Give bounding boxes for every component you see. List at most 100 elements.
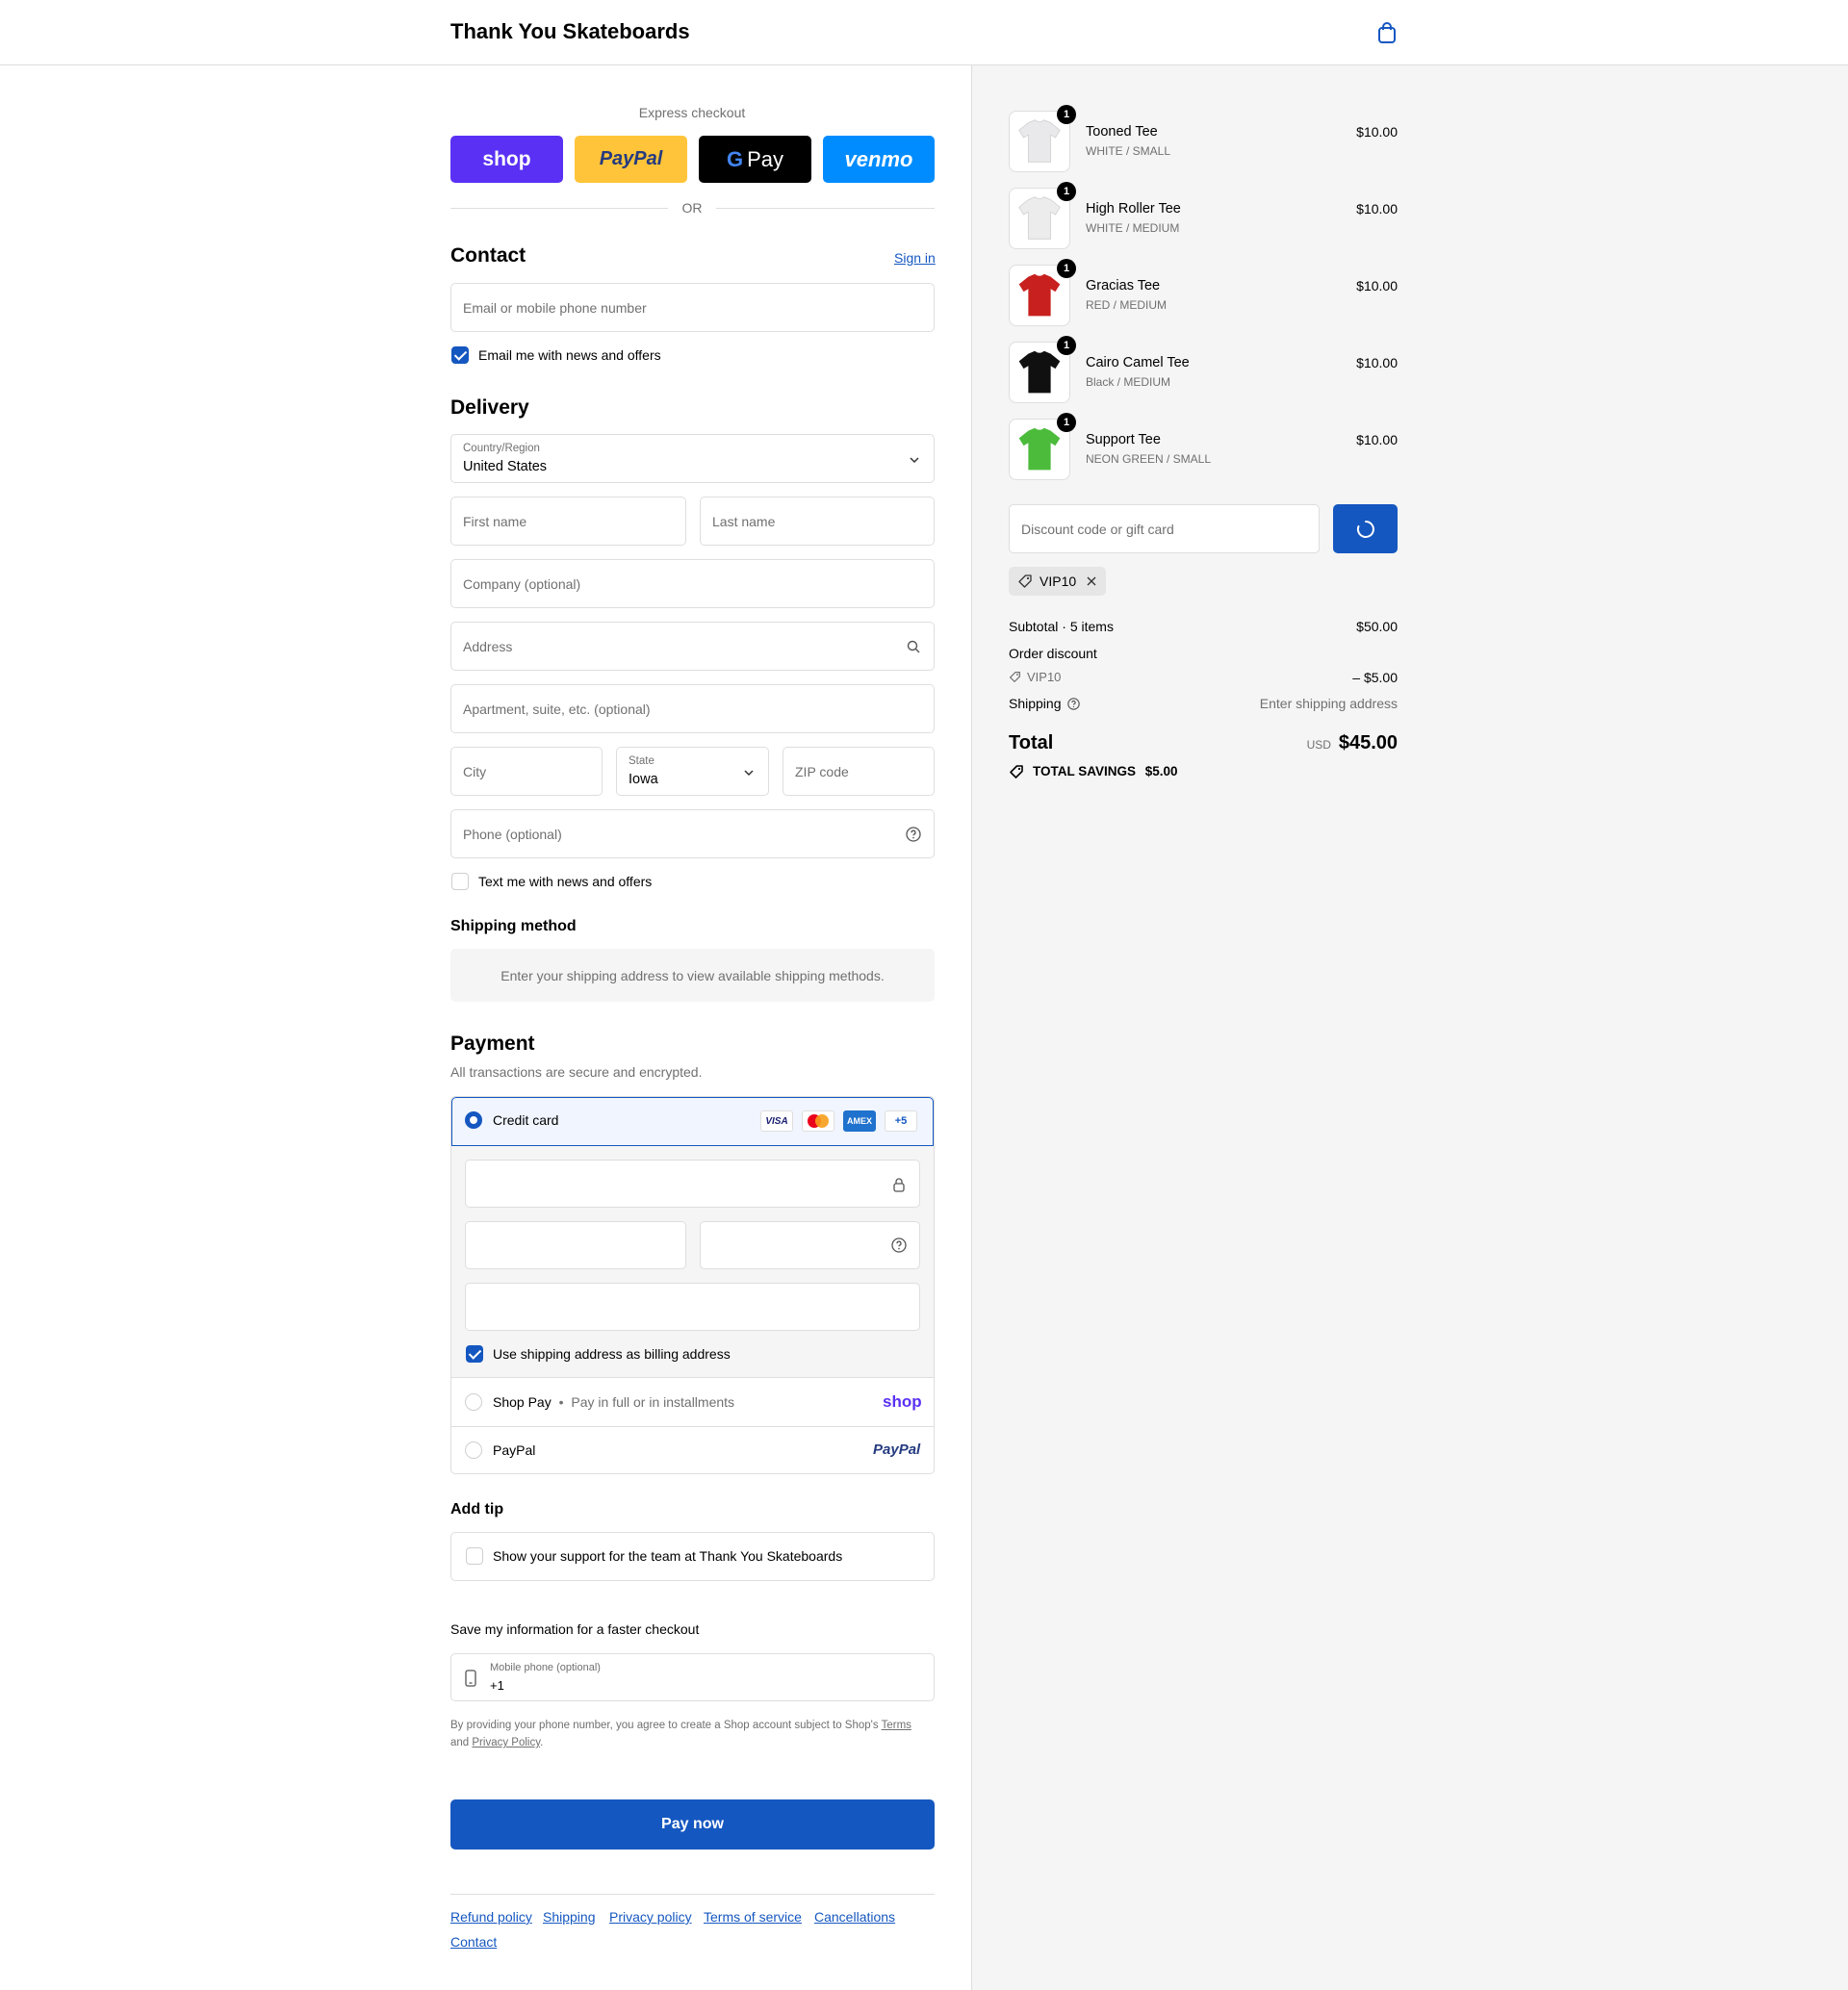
refund-policy-link[interactable]: Refund policy — [450, 1909, 532, 1925]
cancellations-link[interactable]: Cancellations — [814, 1909, 895, 1925]
shop-pay-label: shop — [482, 147, 531, 170]
privacy-policy-link[interactable]: Privacy Policy — [472, 1737, 540, 1748]
tshirt-shape — [1018, 196, 1061, 240]
email-field[interactable]: Email or mobile phone number — [450, 283, 935, 332]
quantity-badge: 1 — [1057, 336, 1076, 355]
order-discount-value: – $5.00 — [1352, 670, 1398, 685]
zip-placeholder: ZIP code — [795, 763, 849, 779]
shop-pay-radio[interactable] — [465, 1393, 482, 1411]
search-icon — [907, 640, 920, 653]
last-name-field[interactable]: Last name — [700, 497, 935, 546]
billing-address-checkbox[interactable] — [466, 1345, 483, 1363]
email-news-label: Email me with news and offers — [478, 347, 661, 363]
applied-discount-code: VIP10 — [1040, 574, 1077, 589]
company-placeholder: Company (optional) — [463, 575, 581, 592]
google-pay-button[interactable]: G Pay — [699, 136, 811, 183]
shop-pay-description: Pay in full or in installments — [571, 1394, 735, 1410]
chevron-down-icon — [910, 457, 919, 464]
apartment-placeholder: Apartment, suite, etc. (optional) — [463, 701, 651, 717]
state-select[interactable]: State Iowa — [616, 747, 769, 796]
tip-label: Show your support for the team at Thank … — [493, 1548, 843, 1564]
company-field[interactable]: Company (optional) — [450, 559, 935, 608]
paypal-option-label[interactable]: PayPal — [493, 1442, 535, 1458]
terms-link[interactable]: Terms — [882, 1720, 911, 1731]
item-variant: WHITE / SMALL — [1086, 144, 1171, 158]
tshirt-shape — [1018, 350, 1061, 394]
shopping-bag-icon[interactable] — [1376, 21, 1398, 44]
phone-field[interactable]: Phone (optional) — [450, 809, 935, 858]
item-variant: WHITE / MEDIUM — [1086, 221, 1180, 235]
card-security-code-field[interactable] — [700, 1221, 920, 1269]
shop-pay-option[interactable]: Shop Pay • Pay in full or in installment… — [493, 1394, 734, 1410]
country-select[interactable]: Country/Region United States — [450, 434, 935, 483]
address-field[interactable]: Address — [450, 622, 935, 671]
quantity-badge: 1 — [1057, 105, 1076, 124]
remove-discount-icon[interactable] — [1086, 575, 1097, 587]
zip-field[interactable]: ZIP code — [783, 747, 935, 796]
billing-address-label: Use shipping address as billing address — [493, 1346, 731, 1362]
tip-checkbox[interactable] — [466, 1547, 483, 1565]
item-name: Cairo Camel Tee — [1086, 355, 1190, 370]
credit-card-label: Credit card — [493, 1112, 559, 1128]
lock-icon — [893, 1178, 905, 1192]
tshirt-shape — [1018, 427, 1061, 471]
contact-link[interactable]: Contact — [450, 1934, 497, 1950]
shop-pay-button[interactable]: shop — [450, 136, 563, 183]
payment-subtitle: All transactions are secure and encrypte… — [450, 1064, 703, 1080]
delivery-heading: Delivery — [450, 396, 529, 419]
apply-discount-button[interactable] — [1333, 504, 1398, 553]
sign-in-link[interactable]: Sign in — [894, 250, 936, 266]
footer-divider — [450, 1894, 935, 1895]
venmo-button[interactable]: venmo — [823, 136, 935, 183]
country-label: Country/Region — [463, 443, 540, 454]
card-number-field[interactable] — [465, 1160, 920, 1208]
card-name-field[interactable] — [465, 1283, 920, 1331]
city-placeholder: City — [463, 763, 487, 779]
or-divider-right — [716, 208, 935, 209]
tshirt-shape — [1018, 119, 1061, 163]
loading-spinner-icon — [1356, 520, 1374, 538]
header: Thank You Skateboards — [0, 0, 1848, 65]
shipping-method-heading: Shipping method — [450, 918, 577, 934]
pay-now-button[interactable]: Pay now — [450, 1799, 935, 1850]
text-news-label: Text me with news and offers — [478, 874, 653, 889]
total-amount: USD $45.00 — [1307, 732, 1398, 754]
total-savings: TOTAL SAVINGS $5.00 — [1033, 764, 1178, 778]
email-news-checkbox[interactable] — [451, 346, 469, 364]
paypal-button[interactable]: PayPal — [575, 136, 687, 183]
state-label: State — [629, 755, 654, 767]
store-brand[interactable]: Thank You Skateboards — [450, 19, 690, 44]
shipping-policy-link[interactable]: Shipping — [543, 1909, 596, 1925]
help-circle-icon[interactable] — [891, 1237, 907, 1253]
state-value: Iowa — [629, 772, 658, 787]
item-name: High Roller Tee — [1086, 201, 1181, 217]
help-circle-icon[interactable] — [906, 827, 921, 842]
mobile-phone-label: Mobile phone (optional) — [490, 1662, 601, 1673]
first-name-field[interactable]: First name — [450, 497, 686, 546]
mobile-phone-field[interactable]: Mobile phone (optional) +1 — [450, 1653, 935, 1701]
privacy-policy-footer-link[interactable]: Privacy policy — [609, 1909, 692, 1925]
discount-code-field[interactable]: Discount code or gift card — [1009, 504, 1320, 553]
dot-separator: • — [558, 1394, 564, 1410]
paypal-radio[interactable] — [465, 1441, 482, 1459]
google-pay-label: Pay — [747, 146, 784, 171]
terms-of-service-link[interactable]: Terms of service — [704, 1909, 802, 1925]
shop-pay-logo: shop — [883, 1392, 922, 1411]
item-variant: Black / MEDIUM — [1086, 375, 1171, 389]
quantity-badge: 1 — [1057, 182, 1076, 201]
total-savings-value: $5.00 — [1144, 764, 1178, 778]
shipping-summary-text: Shipping — [1009, 696, 1062, 711]
or-divider-text: OR — [681, 200, 703, 216]
help-circle-icon[interactable] — [1067, 698, 1081, 710]
apartment-field[interactable]: Apartment, suite, etc. (optional) — [450, 684, 935, 733]
total-value: $45.00 — [1338, 732, 1398, 753]
card-expiry-field[interactable] — [465, 1221, 686, 1269]
item-name: Gracias Tee — [1086, 278, 1161, 293]
city-field[interactable]: City — [450, 747, 603, 796]
savings-tag-icon — [1010, 765, 1023, 778]
tshirt-shape — [1018, 273, 1061, 317]
total-label: Total — [1009, 732, 1054, 753]
shop-pay-option-label: Shop Pay — [493, 1394, 552, 1410]
text-news-checkbox[interactable] — [451, 873, 469, 890]
credit-card-radio[interactable] — [465, 1111, 482, 1129]
